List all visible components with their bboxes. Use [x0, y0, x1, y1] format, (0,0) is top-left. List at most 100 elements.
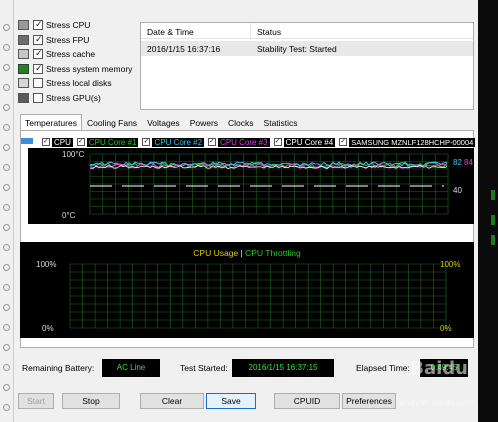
fpu-icon — [18, 34, 29, 45]
usage-axis-right-bottom: 0% — [440, 324, 452, 333]
radio-icon — [3, 104, 10, 111]
radio-icon — [3, 24, 10, 31]
battery-value: AC Line — [102, 359, 160, 377]
cpu-throttling-title: CPU Throttling — [245, 248, 301, 258]
legend-core2-checkbox[interactable] — [142, 137, 151, 146]
legend-ssd-checkbox[interactable] — [339, 137, 348, 146]
legend-core1-label: CPU Core #1 — [86, 137, 139, 147]
test-started-value: 2016/1/15 16:37:15 — [232, 359, 334, 377]
cache-icon — [18, 49, 29, 60]
radio-icon — [3, 304, 10, 311]
test-started-label: Test Started: — [180, 363, 228, 373]
stress-fpu-checkbox[interactable] — [33, 34, 43, 45]
clear-button[interactable]: Clear — [140, 393, 204, 409]
stress-memory-checkbox[interactable] — [33, 63, 43, 74]
gpu-icon — [18, 92, 29, 103]
temp-readout-2: 84 — [464, 158, 473, 167]
table-row[interactable]: 2016/1/15 16:37:16 Stability Test: Start… — [141, 41, 473, 56]
watermark-url: jingyan.baidu.com — [400, 398, 474, 407]
radio-icon — [3, 84, 10, 91]
cpu-usage-title: CPU Usage — [193, 248, 239, 258]
stress-gpu-option[interactable]: Stress GPU(s) — [18, 91, 136, 106]
temperature-graph: 100°C 0°C 82 84 40 — [28, 148, 474, 224]
background-right-strip — [478, 0, 498, 422]
stress-cpu-label: Stress CPU — [46, 20, 91, 31]
cpuid-button[interactable]: CPUID — [274, 393, 340, 409]
green-marker — [491, 215, 495, 225]
tab-powers[interactable]: Powers — [185, 114, 223, 129]
log-table[interactable]: Date & Time Status 2016/1/15 16:37:16 St… — [140, 22, 474, 110]
memory-icon — [18, 63, 29, 74]
tab-clocks[interactable]: Clocks — [223, 114, 259, 129]
stress-cache-checkbox[interactable] — [33, 48, 43, 60]
tab-bar: Temperatures Cooling Fans Voltages Power… — [20, 114, 303, 130]
stress-gpu-label: Stress GPU(s) — [46, 92, 101, 103]
legend-cpu-checkbox[interactable] — [42, 137, 50, 146]
radio-icon — [3, 224, 10, 231]
start-button[interactable]: Start — [18, 393, 54, 409]
temp-readout-3: 40 — [453, 186, 462, 195]
stress-cpu-checkbox[interactable] — [33, 19, 43, 31]
stress-fpu-option[interactable]: Stress FPU — [18, 33, 136, 48]
stress-cache-option[interactable]: Stress cache — [18, 47, 136, 62]
usage-axis-left-bottom: 0% — [42, 324, 54, 333]
radio-icon — [3, 284, 10, 291]
stress-cpu-option[interactable]: Stress CPU — [18, 18, 136, 33]
radio-icon — [3, 124, 10, 131]
temperature-legend: CPU CPU Core #1 CPU Core #2 CPU Core #3 … — [42, 136, 476, 148]
stress-disks-checkbox[interactable] — [33, 78, 43, 89]
stress-disks-option[interactable]: Stress local disks — [18, 76, 136, 91]
legend-core3-label: CPU Core #3 — [218, 137, 270, 147]
usage-graph-title: CPU Usage | CPU Throttling — [20, 248, 474, 258]
column-header-date[interactable]: Date & Time — [141, 23, 251, 38]
radio-icon — [3, 184, 10, 191]
stress-options: Stress CPU Stress FPU Stress cache Stres… — [18, 18, 136, 105]
tab-temperatures[interactable]: Temperatures — [20, 114, 82, 130]
radio-icon — [3, 364, 10, 371]
legend-item-core3[interactable]: CPU Core #3 — [208, 137, 270, 147]
legend-core3-checkbox[interactable] — [208, 137, 217, 146]
stop-button[interactable]: Stop — [62, 393, 120, 409]
legend-core1-checkbox[interactable] — [76, 137, 85, 146]
legend-item-core1[interactable]: CPU Core #1 — [76, 137, 139, 147]
legend-core4-label: CPU Core #4 — [283, 137, 336, 147]
column-header-status[interactable]: Status — [251, 23, 281, 38]
radio-icon — [3, 244, 10, 251]
legend-item-core4[interactable]: CPU Core #4 — [273, 137, 336, 147]
stress-memory-label: Stress system memory — [46, 63, 133, 74]
legend-core4-checkbox[interactable] — [273, 137, 282, 146]
tab-cooling-fans[interactable]: Cooling Fans — [82, 114, 142, 129]
tab-statistics[interactable]: Statistics — [259, 114, 303, 129]
temperature-graph-canvas — [89, 153, 449, 215]
tab-voltages[interactable]: Voltages — [142, 114, 185, 129]
stress-memory-option[interactable]: Stress system memory — [18, 62, 136, 77]
preferences-button[interactable]: Preferences — [342, 393, 396, 409]
radio-icon — [3, 384, 10, 391]
stress-gpu-checkbox[interactable] — [33, 92, 43, 103]
legend-cpu-label: CPU — [52, 137, 73, 147]
sensor-selector[interactable] — [21, 138, 33, 144]
log-date-cell: 2016/1/15 16:37:16 — [147, 44, 221, 54]
radio-icon — [3, 204, 10, 211]
radio-icon — [3, 44, 10, 51]
disk-icon — [18, 78, 29, 89]
elapsed-time-label: Elapsed Time: — [356, 363, 410, 373]
stress-disks-label: Stress local disks — [46, 78, 112, 89]
save-button[interactable]: Save — [206, 393, 256, 409]
legend-item-cpu[interactable]: CPU — [42, 137, 73, 147]
watermark-logo: Baidu — [410, 358, 468, 379]
temp-readout-1: 82 — [453, 158, 462, 167]
legend-ssd-label: SAMSUNG MZNLF128HCHP-00004 — [349, 137, 476, 147]
log-status-cell: Stability Test: Started — [257, 44, 337, 54]
radio-icon — [3, 264, 10, 271]
status-row: Remaining Battery: AC Line Test Started:… — [20, 356, 474, 380]
radio-icon — [3, 324, 10, 331]
usage-axis-left-top: 100% — [36, 260, 57, 269]
log-table-header: Date & Time Status — [141, 23, 473, 39]
radio-icon — [3, 144, 10, 151]
radio-icon — [3, 404, 10, 411]
legend-core2-label: CPU Core #2 — [152, 137, 205, 147]
legend-item-ssd[interactable]: SAMSUNG MZNLF128HCHP-00004 — [339, 137, 476, 147]
legend-item-core2[interactable]: CPU Core #2 — [142, 137, 205, 147]
cpu-usage-graph: CPU Usage | CPU Throttling 100% 0% 100% … — [20, 242, 474, 338]
